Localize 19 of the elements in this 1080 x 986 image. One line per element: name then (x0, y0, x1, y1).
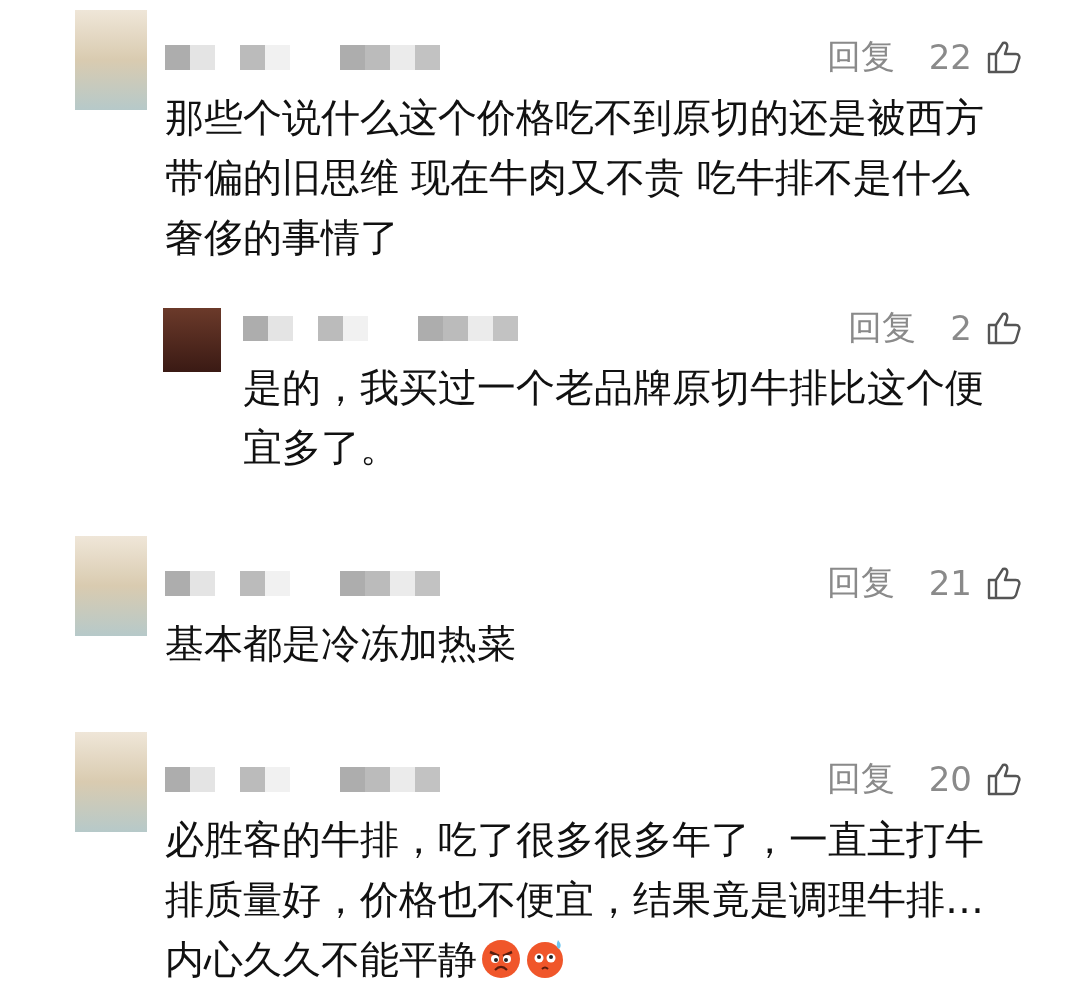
like-count: 22 (928, 37, 972, 77)
reply-text: 是的，我买过一个老品牌原切牛排比这个便宜多了。 (243, 364, 985, 472)
like-count: 2 (950, 308, 972, 348)
reply-button[interactable]: 回复 (826, 756, 915, 802)
reply-button[interactable]: 回复 (848, 305, 937, 351)
reply-button[interactable]: 回复 (826, 560, 915, 606)
thumbs-up-icon[interactable] (986, 39, 1022, 75)
thumbs-up-icon[interactable] (986, 310, 1022, 346)
comment-text: 基本都是冷冻加热菜 (165, 620, 517, 668)
like-count: 20 (928, 759, 972, 799)
comment-text: 那些个说什么这个价格吃不到原切的还是被西方带偏的旧思维 现在牛肉又不贵 吃牛排不是什么奢侈的事情了 (165, 94, 985, 262)
pixelated-avatar (163, 308, 221, 372)
comment-text: 必胜客的牛排，吃了很多很多年了，一直主打牛排质量好，价格也不便宜，结果竟是调理牛排…内心久久不能平静 (165, 816, 985, 984)
thumbs-up-icon[interactable] (986, 761, 1022, 797)
sweat-face-icon (525, 939, 565, 979)
reply-button[interactable]: 回复 (826, 34, 915, 80)
like-count: 21 (928, 563, 972, 603)
thumbs-up-icon[interactable] (986, 565, 1022, 601)
angry-face-icon (481, 939, 521, 979)
